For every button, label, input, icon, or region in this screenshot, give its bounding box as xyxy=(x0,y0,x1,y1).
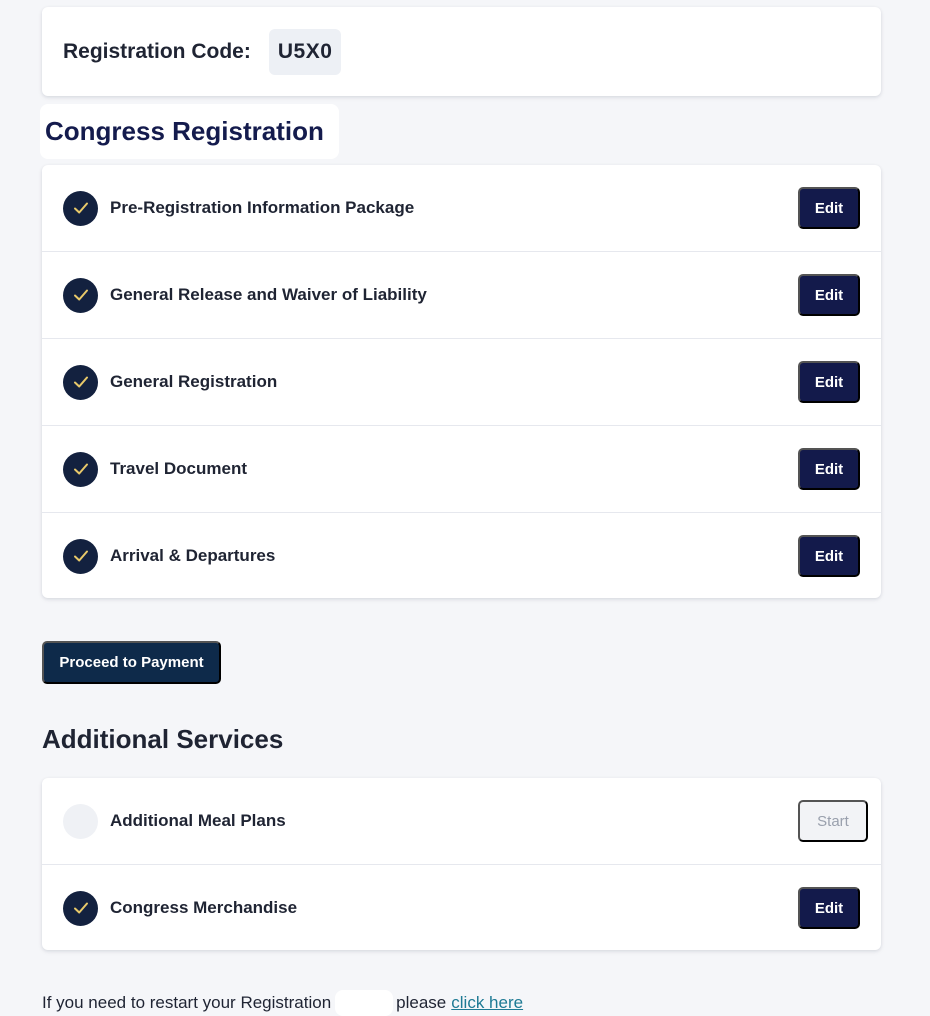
edit-general-registration-button[interactable]: Edit xyxy=(798,361,860,403)
edit-merchandise-button[interactable]: Edit xyxy=(798,887,860,929)
registration-code-value: U5X0 xyxy=(268,28,342,75)
edit-arrival-departures-button[interactable]: Edit xyxy=(798,535,860,577)
congress-title-wrap: Congress Registration xyxy=(40,104,339,159)
additional-services-list: Additional Meal Plans Start Congress Mer… xyxy=(42,778,881,950)
check-icon xyxy=(63,277,98,313)
service-label: Congress Merchandise xyxy=(110,898,298,917)
step-row-waiver: General Release and Waiver of Liability … xyxy=(42,251,881,338)
service-label: Additional Meal Plans xyxy=(110,811,286,830)
step-label: Pre-Registration Information Package xyxy=(110,198,415,217)
step-row-pre-registration: Pre-Registration Information Package Edi… xyxy=(42,165,881,251)
edit-waiver-button[interactable]: Edit xyxy=(798,274,860,316)
check-icon xyxy=(63,451,98,487)
restart-redaction xyxy=(335,990,394,1016)
proceed-to-payment-button[interactable]: Proceed to Payment xyxy=(42,641,221,684)
restart-registration-link[interactable]: click here xyxy=(451,993,523,1013)
check-icon xyxy=(63,364,98,400)
step-label: Travel Document xyxy=(110,459,247,478)
empty-circle-icon xyxy=(63,803,98,839)
additional-services-title: Additional Services xyxy=(42,724,284,754)
edit-travel-document-button[interactable]: Edit xyxy=(798,448,860,490)
check-icon xyxy=(63,890,98,926)
registration-code-card: Registration Code: U5X0 xyxy=(42,7,881,96)
edit-pre-registration-button[interactable]: Edit xyxy=(798,187,860,229)
check-icon xyxy=(63,190,98,226)
congress-steps-list: Pre-Registration Information Package Edi… xyxy=(42,165,881,598)
service-row-meal-plans: Additional Meal Plans Start xyxy=(42,778,881,864)
check-icon xyxy=(63,538,98,574)
restart-text-after: please xyxy=(396,993,447,1012)
start-meal-plans-button[interactable]: Start xyxy=(798,800,868,842)
registration-code-label: Registration Code: xyxy=(63,39,251,63)
registration-page: Registration Code: U5X0 Congress Registr… xyxy=(0,0,930,1016)
step-label: General Registration xyxy=(110,372,278,391)
step-row-travel-document: Travel Document Edit xyxy=(42,425,881,512)
step-label: General Release and Waiver of Liability xyxy=(110,285,427,304)
service-row-merchandise: Congress Merchandise Edit xyxy=(42,864,881,951)
congress-registration-title: Congress Registration xyxy=(45,116,324,146)
restart-text-before: If you need to restart your Registration xyxy=(42,993,332,1012)
step-row-general-registration: General Registration Edit xyxy=(42,338,881,425)
step-label: Arrival & Departures xyxy=(110,546,276,565)
restart-registration-note: If you need to restart your Registration… xyxy=(42,990,523,1016)
step-row-arrival-departures: Arrival & Departures Edit xyxy=(42,512,881,599)
